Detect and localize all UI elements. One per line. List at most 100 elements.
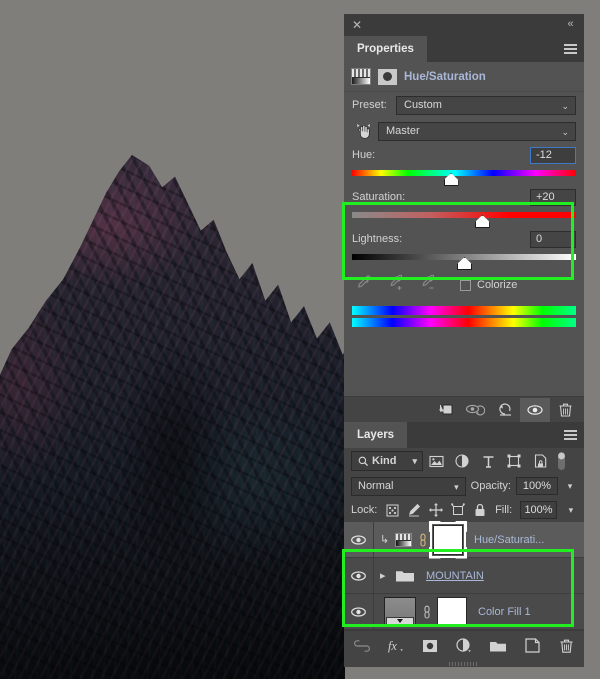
filter-shape-icon[interactable] xyxy=(501,450,527,472)
filter-smart-object-icon[interactable] xyxy=(527,450,553,472)
properties-menu-icon[interactable] xyxy=(564,44,577,54)
layer-visibility-toggle[interactable] xyxy=(344,558,374,593)
opacity-label: Opacity: xyxy=(470,480,511,492)
table-row[interactable]: ▸ MOUNTAIN xyxy=(344,558,584,594)
adjustment-preset-circle-icon[interactable] xyxy=(378,68,397,85)
properties-titlebar: ✕ « xyxy=(344,14,584,36)
lock-transparent-pixels-icon[interactable] xyxy=(385,501,399,519)
filter-adjustment-icon[interactable] xyxy=(449,450,475,472)
chevron-down-icon: ▾ xyxy=(454,481,459,492)
collapse-icon[interactable]: « xyxy=(562,17,578,31)
saturation-track-wrap[interactable] xyxy=(352,208,576,228)
filter-enable-toggle[interactable] xyxy=(555,451,567,471)
delete-adjustment-button[interactable] xyxy=(550,398,580,422)
saturation-value-input[interactable]: +20 xyxy=(530,188,576,206)
layers-body: Kind ▾ Normal ▾ Opacity: 100% ▾ Lock: Fi… xyxy=(344,448,584,667)
layers-menu-icon[interactable] xyxy=(564,430,577,440)
properties-body: Hue/Saturation Preset: Custom ⌄ Master ⌄… xyxy=(342,62,584,422)
layers-panel: Layers Kind ▾ Normal ▾ Opacity: 100% ▾ L… xyxy=(342,422,584,667)
on-image-adjust-hand-icon[interactable] xyxy=(352,121,374,141)
layer-name: Hue/Saturati... xyxy=(474,533,545,546)
opacity-input[interactable]: 100% xyxy=(516,477,558,495)
tab-layers[interactable]: Layers xyxy=(344,422,408,448)
lightness-label: Lightness: xyxy=(352,233,403,245)
eyedropper-row: Colorize xyxy=(344,270,584,300)
table-row[interactable]: ↳ Hue/Saturati... xyxy=(344,521,584,558)
hue-value-input[interactable]: -12 xyxy=(530,146,576,164)
layer-visibility-toggle[interactable] xyxy=(344,594,374,629)
filter-kind-label: Kind xyxy=(372,455,397,467)
lock-position-icon[interactable] xyxy=(429,501,444,519)
lock-label: Lock: xyxy=(351,504,378,516)
colorize-control[interactable]: Colorize xyxy=(460,279,517,291)
add-layer-mask-button[interactable] xyxy=(421,636,439,656)
properties-footer xyxy=(344,396,584,422)
eyedropper-add-icon[interactable] xyxy=(388,274,406,297)
svg-text:fx: fx xyxy=(388,638,397,652)
layer-content[interactable]: ▸ MOUNTAIN xyxy=(374,568,584,583)
eyedropper-sample-icon[interactable] xyxy=(356,274,374,297)
fill-chevron-down-icon[interactable]: ▾ xyxy=(565,501,577,519)
clip-to-layer-button[interactable] xyxy=(430,398,460,422)
layer-content[interactable]: Color Fill 1 xyxy=(374,596,584,627)
lock-image-pixels-icon[interactable] xyxy=(407,501,421,519)
link-icon[interactable] xyxy=(417,532,428,548)
chevron-right-icon[interactable]: ▸ xyxy=(380,569,390,582)
folder-icon xyxy=(395,568,415,583)
blend-mode-select[interactable]: Normal ▾ xyxy=(351,476,466,496)
lock-row: Lock: Fill: 100% ▾ xyxy=(344,498,584,522)
fill-label: Fill: xyxy=(495,504,513,516)
eye-icon xyxy=(351,606,366,617)
layer-filter-row: Kind ▾ xyxy=(344,448,584,474)
filter-type-icon[interactable] xyxy=(475,450,501,472)
lock-artboard-nesting-icon[interactable] xyxy=(451,501,465,519)
fill-input[interactable]: 100% xyxy=(520,501,557,519)
chevron-down-icon: ▾ xyxy=(412,456,417,466)
layer-visibility-toggle[interactable] xyxy=(344,522,374,557)
panel-resize-grip[interactable] xyxy=(344,660,584,667)
color-fill-layer-thumbnail[interactable] xyxy=(384,596,416,627)
hue-slider-block: Hue: -12 xyxy=(344,144,584,186)
layer-mask-thumbnail[interactable] xyxy=(437,596,467,627)
colorize-checkbox[interactable] xyxy=(460,279,471,291)
lightness-value-input[interactable]: 0 xyxy=(530,230,576,248)
hue-gradient-track[interactable] xyxy=(352,170,576,176)
layer-visibility-button[interactable] xyxy=(520,397,550,422)
hue-saturation-layer-thumbnail[interactable] xyxy=(395,532,412,547)
link-layers-button[interactable] xyxy=(353,636,371,656)
eye-icon xyxy=(351,570,366,581)
close-icon[interactable]: ✕ xyxy=(350,18,364,32)
lightness-track-wrap[interactable] xyxy=(352,250,576,270)
layer-name: MOUNTAIN xyxy=(426,569,484,582)
colorbar-result[interactable] xyxy=(352,318,576,327)
search-icon xyxy=(358,456,369,466)
filter-kind-select[interactable]: Kind ▾ xyxy=(351,451,423,471)
opacity-chevron-down-icon[interactable]: ▾ xyxy=(563,477,577,495)
tab-properties[interactable]: Properties xyxy=(344,36,427,62)
toggle-mask-eye-button[interactable] xyxy=(460,398,490,422)
reset-button[interactable] xyxy=(490,398,520,422)
hue-saturation-adjustment-icon xyxy=(351,68,371,85)
layer-content[interactable]: ↳ Hue/Saturati... xyxy=(374,521,584,558)
new-group-button[interactable] xyxy=(489,636,507,656)
eye-icon xyxy=(351,534,366,545)
lightness-slider-block: Lightness: 0 xyxy=(344,228,584,270)
saturation-gradient-track[interactable] xyxy=(352,212,576,218)
hue-track-wrap[interactable] xyxy=(352,166,576,186)
chevron-down-icon: ⌄ xyxy=(561,126,569,137)
new-adjustment-button[interactable] xyxy=(455,636,473,656)
channel-select[interactable]: Master ⌄ xyxy=(378,121,576,141)
table-row[interactable]: Color Fill 1 xyxy=(344,594,584,630)
new-layer-button[interactable] xyxy=(523,636,541,656)
blend-mode-value: Normal xyxy=(358,480,394,492)
delete-layer-button[interactable] xyxy=(557,636,575,656)
lock-all-icon[interactable] xyxy=(473,501,487,519)
layer-style-button[interactable]: fx xyxy=(387,636,405,656)
filter-pixel-icon[interactable] xyxy=(423,450,449,472)
canvas-area[interactable] xyxy=(0,0,345,679)
layer-mask-thumbnail[interactable] xyxy=(430,521,466,558)
preset-select[interactable]: Custom ⌄ xyxy=(396,95,576,115)
clipping-mask-icon: ↳ xyxy=(380,534,390,546)
link-icon[interactable] xyxy=(421,604,432,620)
eyedropper-subtract-icon[interactable] xyxy=(420,274,438,297)
